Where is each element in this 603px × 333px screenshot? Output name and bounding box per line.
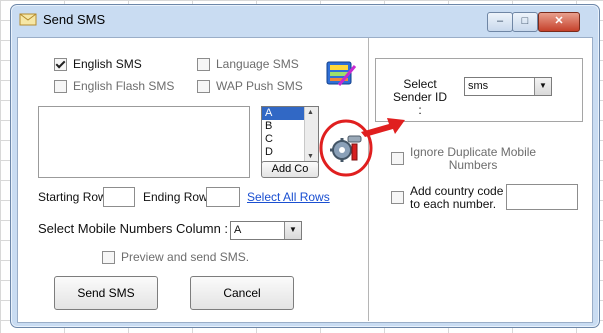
send-sms-button[interactable]: Send SMS bbox=[54, 276, 158, 310]
scroll-up-icon[interactable]: ▲ bbox=[307, 109, 314, 116]
country-code-checkbox[interactable] bbox=[391, 191, 404, 204]
english-sms-option[interactable]: English SMS bbox=[54, 57, 142, 71]
ignore-duplicates-option[interactable]: Ignore Duplicate Mobile Numbers bbox=[391, 146, 536, 172]
select-all-rows-link[interactable]: Select All Rows bbox=[247, 190, 330, 204]
wap-push-sms-option[interactable]: WAP Push SMS bbox=[197, 79, 303, 93]
ignore-duplicates-label: Ignore Duplicate Mobile Numbers bbox=[410, 146, 536, 172]
preview-option[interactable]: Preview and send SMS. bbox=[102, 250, 249, 264]
country-code-label-line2: to each number. bbox=[410, 197, 497, 211]
scroll-down-icon[interactable]: ▼ bbox=[307, 153, 314, 160]
cancel-button[interactable]: Cancel bbox=[190, 276, 294, 310]
maximize-button[interactable]: □ bbox=[512, 12, 538, 32]
country-code-option[interactable]: Add country code to each number. bbox=[391, 185, 503, 211]
right-panel: Select Sender ID : sms ▼ Ignore Duplicat… bbox=[361, 38, 591, 321]
english-flash-sms-label: English Flash SMS bbox=[73, 79, 175, 93]
message-template-icon[interactable] bbox=[325, 58, 357, 88]
preview-checkbox[interactable] bbox=[102, 250, 115, 264]
mobile-column-select[interactable]: A ▼ bbox=[230, 221, 302, 240]
wap-push-sms-checkbox[interactable] bbox=[197, 79, 210, 93]
country-code-input[interactable] bbox=[506, 184, 578, 210]
close-button[interactable]: ✕ bbox=[538, 12, 580, 32]
sender-id-value: sms bbox=[468, 80, 489, 92]
left-panel: English SMS Language SMS English Flash S… bbox=[18, 38, 373, 321]
ignore-duplicates-label-line2: Numbers bbox=[448, 158, 498, 172]
columns-listbox[interactable]: A B C D ▲ ▼ bbox=[261, 106, 319, 163]
mobile-column-label: Select Mobile Numbers Column : bbox=[38, 221, 229, 236]
english-sms-label: English SMS bbox=[73, 57, 142, 71]
starting-row-label: Starting Row bbox=[38, 190, 107, 204]
send-sms-dialog: Send SMS – □ ✕ English SMS Language SMS … bbox=[10, 4, 600, 328]
english-sms-checkbox[interactable] bbox=[54, 57, 67, 71]
envelope-icon bbox=[19, 13, 37, 26]
sender-id-select[interactable]: sms ▼ bbox=[464, 77, 552, 96]
chevron-down-icon[interactable]: ▼ bbox=[284, 222, 301, 239]
title-bar[interactable]: Send SMS – □ ✕ bbox=[11, 5, 599, 33]
language-sms-label: Language SMS bbox=[216, 57, 299, 71]
language-sms-checkbox[interactable] bbox=[197, 57, 210, 71]
ending-row-input[interactable] bbox=[206, 187, 240, 207]
ignore-duplicates-checkbox[interactable] bbox=[391, 152, 404, 165]
chevron-down-icon[interactable]: ▼ bbox=[534, 78, 551, 95]
preview-label: Preview and send SMS. bbox=[121, 250, 250, 264]
ending-row-label: Ending Row bbox=[143, 190, 208, 204]
message-textarea[interactable] bbox=[38, 106, 250, 178]
dialog-body: English SMS Language SMS English Flash S… bbox=[17, 37, 593, 323]
country-code-label: Add country code to each number. bbox=[410, 185, 503, 211]
starting-row-input[interactable] bbox=[103, 187, 135, 207]
english-flash-sms-option[interactable]: English Flash SMS bbox=[54, 79, 174, 93]
wap-push-sms-label: WAP Push SMS bbox=[216, 79, 303, 93]
english-flash-sms-checkbox[interactable] bbox=[54, 79, 67, 93]
mobile-column-value: A bbox=[234, 224, 242, 236]
window-title: Send SMS bbox=[43, 12, 106, 27]
language-sms-option[interactable]: Language SMS bbox=[197, 57, 299, 71]
annotation-arrow-icon bbox=[361, 118, 405, 137]
minimize-button[interactable]: – bbox=[487, 12, 513, 32]
listbox-scrollbar[interactable]: ▲ ▼ bbox=[304, 107, 318, 162]
add-column-button[interactable]: Add Co bbox=[261, 161, 319, 178]
